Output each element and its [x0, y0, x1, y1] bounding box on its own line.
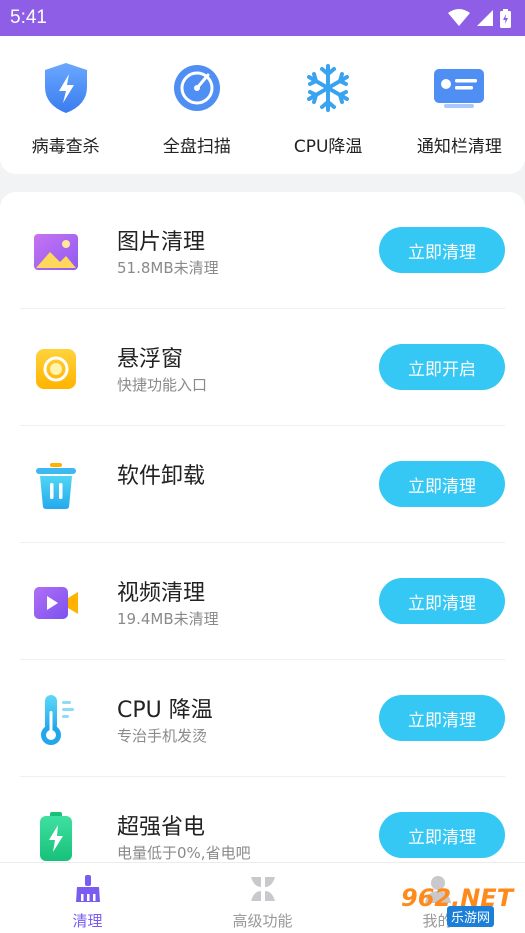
wifi-icon [448, 9, 470, 26]
notification-card-icon [434, 69, 485, 108]
item-title: 图片清理 [117, 230, 206, 255]
item-title: 视频清理 [117, 581, 206, 606]
quick-action-label: 病毒查杀 [31, 137, 100, 157]
thermometer-icon [30, 694, 82, 746]
quick-action-cpu-cool[interactable]: CPU降温 [263, 36, 394, 174]
item-subtitle: 19.4MB未清理 [117, 610, 219, 628]
trash-icon [30, 460, 82, 512]
tab-advanced[interactable]: 高级功能 [175, 863, 350, 933]
watermark-site: 乐游网 [447, 906, 495, 927]
item-title: 超强省电 [117, 815, 206, 840]
list-item-floating-window: 悬浮窗 快捷功能入口 立即开启 [20, 309, 505, 426]
quick-action-notification-clean[interactable]: 通知栏清理 [394, 36, 525, 174]
clean-button[interactable]: 立即清理 [379, 695, 505, 741]
item-title: 软件卸载 [117, 464, 206, 489]
quick-action-label: 通知栏清理 [416, 137, 502, 157]
video-icon [30, 577, 82, 629]
clean-button[interactable]: 立即清理 [379, 461, 505, 507]
item-title: CPU 降温 [117, 698, 213, 723]
battery-icon [30, 811, 82, 862]
item-subtitle: 电量低于0%,省电吧 [117, 844, 251, 862]
radar-scan-icon [173, 65, 220, 111]
quick-action-label: CPU降温 [293, 137, 363, 157]
clean-button[interactable]: 立即清理 [379, 227, 505, 273]
site-watermark: 962.NET 乐游网 [401, 884, 519, 928]
snowflake-icon [307, 64, 350, 112]
signal-icon [477, 10, 493, 26]
list-item-image-clean: 图片清理 51.8MB未清理 立即清理 [20, 192, 505, 309]
item-subtitle: 快捷功能入口 [117, 376, 208, 394]
tab-label: 高级功能 [232, 912, 293, 930]
item-subtitle: 51.8MB未清理 [117, 259, 219, 277]
tab-clean[interactable]: 清理 [0, 863, 175, 933]
item-title: 悬浮窗 [117, 347, 184, 372]
battery-status-icon [500, 8, 511, 28]
tab-label: 清理 [72, 912, 103, 930]
list-item-cpu-cool: CPU 降温 专治手机发烫 立即清理 [20, 660, 505, 777]
item-subtitle: 专治手机发烫 [117, 727, 208, 745]
quick-action-label: 全盘扫描 [162, 137, 231, 157]
image-icon [30, 226, 82, 278]
floating-window-icon [30, 343, 82, 395]
quick-actions-panel: 病毒查杀 全盘扫描 CPU降温 通知栏清理 [0, 36, 525, 174]
grid-icon [250, 877, 275, 901]
list-item-app-uninstall: 软件卸载 立即清理 [20, 426, 505, 543]
list-item-power-save: 超强省电 电量低于0%,省电吧 立即清理 [20, 777, 505, 862]
enable-button[interactable]: 立即开启 [379, 344, 505, 390]
status-bar: 5:41 [0, 0, 525, 36]
clean-button[interactable]: 立即清理 [379, 812, 505, 858]
quick-action-virus-scan[interactable]: 病毒查杀 [0, 36, 131, 174]
system-icons [448, 8, 511, 28]
list-item-video-clean: 视频清理 19.4MB未清理 立即清理 [20, 543, 505, 660]
feature-list: 图片清理 51.8MB未清理 立即清理 悬浮窗 快捷功能入口 立即开启 软件卸载… [0, 192, 525, 862]
shield-lightning-icon [44, 63, 87, 113]
quick-action-full-scan[interactable]: 全盘扫描 [131, 36, 262, 174]
clean-button[interactable]: 立即清理 [379, 578, 505, 624]
broom-icon [75, 875, 100, 902]
status-time: 5:41 [10, 7, 47, 28]
